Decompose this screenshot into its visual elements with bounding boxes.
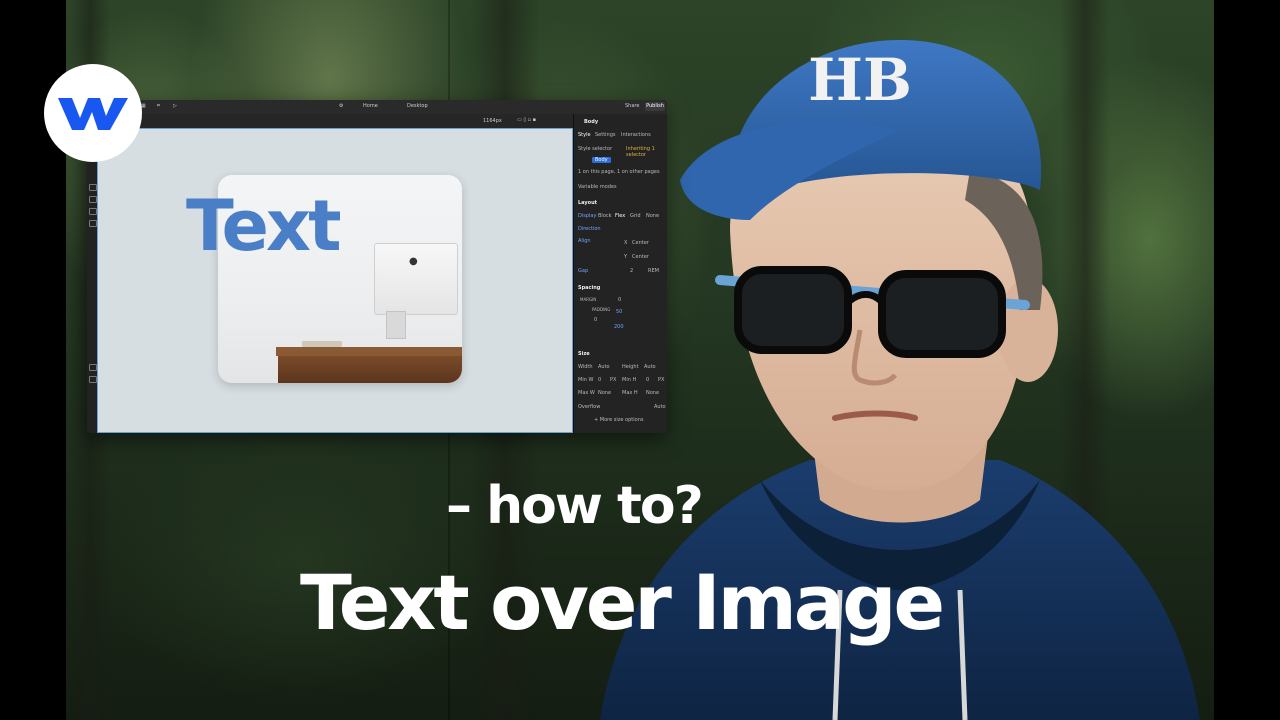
letterbox-right bbox=[1214, 0, 1280, 720]
overflow-label: Overflow bbox=[578, 404, 601, 410]
min-w-label: Min W bbox=[578, 377, 594, 383]
tab-interactions[interactable]: Interactions bbox=[621, 132, 651, 138]
page-label[interactable]: Home bbox=[363, 103, 378, 109]
style-panel: Body Style Settings Interactions Style s… bbox=[573, 114, 667, 433]
gap-label: Gap bbox=[578, 268, 589, 274]
width-value[interactable]: Auto bbox=[598, 364, 610, 370]
editor-subbar: 1164px ▭ ▯ ▫ ▪ bbox=[87, 114, 573, 128]
settings-icon[interactable] bbox=[89, 364, 97, 371]
editor-topbar: ▦ ⌗ ▷ ⚙ Home Desktop Share Publish bbox=[87, 100, 667, 115]
webflow-w-icon bbox=[58, 98, 128, 130]
add-icon[interactable] bbox=[89, 184, 97, 191]
breakpoint-icons[interactable]: ▭ ▯ ▫ ▪ bbox=[517, 117, 536, 123]
cap-logo: HB bbox=[808, 46, 912, 114]
imac-image: ● bbox=[374, 243, 458, 315]
size-section[interactable]: Size bbox=[578, 351, 590, 357]
gap-unit[interactable]: REM bbox=[648, 268, 659, 274]
selector-tag[interactable]: Body bbox=[592, 157, 611, 163]
settings-icon[interactable]: ⚙ bbox=[339, 103, 343, 109]
help-icon[interactable] bbox=[89, 376, 97, 383]
overflow-value[interactable]: Auto bbox=[654, 404, 666, 410]
max-w-value[interactable]: None bbox=[598, 390, 611, 396]
pages-icon[interactable] bbox=[89, 208, 97, 215]
min-w-unit[interactable]: PX bbox=[610, 377, 616, 383]
align-y-label: Y bbox=[624, 254, 628, 260]
max-w-label: Max W bbox=[578, 390, 595, 396]
min-h-unit[interactable]: PX bbox=[658, 377, 664, 383]
navigator-icon[interactable] bbox=[89, 196, 97, 203]
align-x-value[interactable]: Center bbox=[632, 240, 649, 246]
max-h-label: Max H bbox=[622, 390, 638, 396]
variable-modes-label[interactable]: Variable modes bbox=[578, 184, 617, 190]
min-h-value[interactable]: 0 bbox=[646, 377, 649, 383]
overlay-text[interactable]: Text bbox=[186, 191, 342, 261]
display-flex[interactable]: Flex bbox=[615, 213, 625, 219]
inheriting-label: Inheriting 1 selector bbox=[626, 146, 655, 158]
padding-label: PADDING bbox=[592, 307, 611, 312]
webflow-editor-screenshot: ▦ ⌗ ▷ ⚙ Home Desktop Share Publish 1164p… bbox=[87, 100, 667, 433]
thumbnail-background: HB ▦ ⌗ ▷ ⚙ Home Desktop Share Publish 11… bbox=[0, 0, 1280, 720]
padding-left[interactable]: 0 bbox=[594, 317, 597, 323]
desk-top bbox=[276, 347, 462, 356]
share-button[interactable]: Share bbox=[625, 103, 639, 109]
webflow-logo bbox=[44, 64, 142, 162]
padding-top[interactable]: 50 bbox=[616, 309, 622, 315]
apple-icon: ● bbox=[409, 256, 418, 267]
assets-icon[interactable] bbox=[89, 220, 97, 227]
spacing-section[interactable]: Spacing bbox=[578, 285, 600, 291]
tab-style[interactable]: Style bbox=[578, 132, 591, 138]
align-y-value[interactable]: Center bbox=[632, 254, 649, 260]
play-icon[interactable]: ▷ bbox=[173, 103, 177, 109]
panel-element-name: Body bbox=[584, 119, 599, 125]
publish-button[interactable]: Publish bbox=[645, 102, 665, 111]
gap-value[interactable]: 2 bbox=[630, 268, 633, 274]
min-w-value[interactable]: 0 bbox=[598, 377, 601, 383]
max-h-value[interactable]: None bbox=[646, 390, 659, 396]
layout-section[interactable]: Layout bbox=[578, 200, 597, 206]
width-readout: 1164px bbox=[483, 118, 502, 124]
desk-front bbox=[278, 356, 462, 383]
imac-stand bbox=[386, 311, 406, 339]
direction-label: Direction bbox=[578, 226, 601, 232]
padding-bottom[interactable]: 200 bbox=[614, 324, 624, 330]
min-h-label: Min H bbox=[622, 377, 637, 383]
subtitle-text: – how to? bbox=[446, 476, 704, 536]
tab-settings[interactable]: Settings bbox=[595, 132, 616, 138]
width-label: Width bbox=[578, 364, 593, 370]
display-grid[interactable]: Grid bbox=[630, 213, 641, 219]
height-label: Height bbox=[622, 364, 639, 370]
device-label[interactable]: Desktop bbox=[407, 103, 428, 109]
align-label: Align bbox=[578, 238, 591, 244]
style-selector-label: Style selector bbox=[578, 146, 613, 152]
margin-label: MARGIN bbox=[580, 297, 597, 302]
design-canvas[interactable]: ● Text bbox=[97, 128, 573, 433]
margin-value[interactable]: 0 bbox=[618, 297, 621, 303]
more-size-options[interactable]: + More size options bbox=[594, 417, 643, 423]
title-text: Text over Image bbox=[300, 558, 945, 647]
height-value[interactable]: Auto bbox=[644, 364, 656, 370]
display-none[interactable]: None bbox=[646, 213, 659, 219]
chart-icon[interactable]: ⌗ bbox=[157, 103, 160, 109]
usage-note: 1 on this page, 1 on other pages bbox=[578, 169, 660, 175]
align-x-label: X bbox=[624, 240, 628, 246]
display-label: Display bbox=[578, 213, 597, 219]
display-block[interactable]: Block bbox=[598, 213, 612, 219]
